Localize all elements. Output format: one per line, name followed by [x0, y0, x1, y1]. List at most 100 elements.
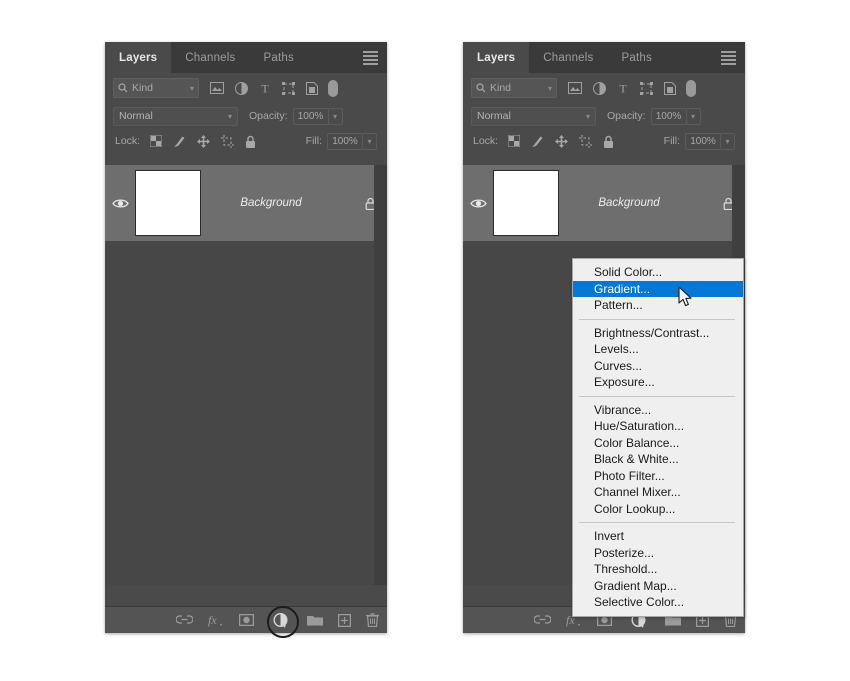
opacity-dropdown-arrow[interactable]: ▾ [686, 107, 701, 125]
shape-layer-filter-icon[interactable] [282, 81, 295, 95]
layer-name[interactable]: Background [189, 197, 353, 209]
tab-channels[interactable]: Channels [529, 42, 607, 73]
filter-enable-toggle[interactable] [328, 79, 338, 97]
pixel-layer-filter-icon[interactable] [210, 82, 224, 94]
menu-item[interactable]: Hue/Saturation... [573, 418, 743, 435]
tab-layers[interactable]: Layers [463, 42, 530, 73]
menu-item[interactable]: Photo Filter... [573, 468, 743, 485]
adjustment-layer-filter-icon[interactable] [593, 81, 606, 95]
lock-all-icon[interactable] [245, 135, 256, 148]
lock-row: Lock: Fill: 100% ▾ [463, 129, 745, 153]
layer-visibility-toggle[interactable] [105, 198, 135, 209]
panel-menu-button[interactable] [363, 42, 378, 73]
menu-item[interactable]: Curves... [573, 358, 743, 375]
filter-kind-label: Kind [132, 82, 154, 94]
menu-item[interactable]: Levels... [573, 341, 743, 358]
link-layers-icon[interactable] [534, 615, 551, 625]
filter-kind-select[interactable]: Kind ▾ [471, 78, 557, 98]
filter-kind-label: Kind [490, 82, 512, 94]
menu-item[interactable]: Black & White... [573, 451, 743, 468]
menu-item[interactable]: Channel Mixer... [573, 484, 743, 501]
menu-item[interactable]: Gradient Map... [573, 578, 743, 595]
layer-name[interactable]: Background [547, 197, 711, 209]
menu-separator [579, 318, 735, 320]
panel-menu-button[interactable] [721, 42, 736, 73]
fill-dropdown-arrow[interactable]: ▾ [721, 132, 735, 150]
menu-item[interactable]: Color Lookup... [573, 501, 743, 518]
fill-input[interactable]: 100% [327, 132, 363, 150]
tab-paths[interactable]: Paths [250, 42, 308, 73]
blend-mode-select[interactable]: Normal ▾ [113, 106, 238, 126]
fill-dropdown-arrow[interactable]: ▾ [363, 132, 377, 150]
smart-object-filter-icon[interactable] [306, 81, 318, 95]
menu-item[interactable]: Invert [573, 528, 743, 545]
opacity-input[interactable]: 100% [650, 107, 687, 125]
menu-item[interactable]: Exposure... [573, 374, 743, 391]
lock-row: Lock: Fill: 100% ▾ [105, 129, 387, 153]
menu-separator [579, 522, 735, 523]
adjustment-layer-filter-icon[interactable] [235, 81, 248, 95]
filter-enable-toggle[interactable] [686, 79, 696, 97]
opacity-label: Opacity: [249, 110, 288, 122]
fill-label: Fill: [305, 135, 322, 147]
panel-tabbar: Layers Channels Paths [463, 42, 745, 73]
lock-icons [150, 134, 256, 148]
opacity-input[interactable]: 100% [292, 107, 329, 125]
tab-layers[interactable]: Layers [105, 42, 172, 73]
layer-row-background[interactable]: Background [463, 165, 745, 241]
menu-item[interactable]: Gradient... [573, 280, 743, 297]
lock-transparent-pixels-icon[interactable] [508, 135, 521, 147]
layer-visibility-toggle[interactable] [463, 198, 493, 209]
link-layers-icon[interactable] [176, 615, 193, 625]
hamburger-icon [721, 50, 736, 65]
lock-all-icon[interactable] [603, 135, 614, 148]
layer-row-background[interactable]: Background [105, 165, 387, 241]
chevron-down-icon: ▾ [585, 111, 590, 121]
search-icon [476, 83, 486, 93]
lock-image-pixels-icon[interactable] [173, 135, 186, 148]
menu-item[interactable]: Threshold... [573, 561, 743, 578]
layer-mask-icon[interactable] [239, 614, 254, 626]
lock-position-icon[interactable] [555, 134, 569, 148]
layer-style-fx-icon[interactable]: fx [208, 613, 224, 627]
smart-object-filter-icon[interactable] [664, 81, 676, 95]
panel-tabbar: Layers Channels Paths [105, 42, 387, 73]
pixel-layer-filter-icon[interactable] [568, 82, 582, 94]
fill-input[interactable]: 100% [685, 132, 721, 150]
type-layer-filter-icon[interactable]: T [617, 82, 629, 94]
tab-paths[interactable]: Paths [608, 42, 666, 73]
menu-item[interactable]: Solid Color... [573, 264, 743, 281]
menu-item[interactable]: Posterize... [573, 545, 743, 562]
fill-group: Fill: 100% ▾ [664, 132, 735, 150]
tab-label: Paths [263, 51, 294, 64]
menu-item[interactable]: Brightness/Contrast... [573, 325, 743, 342]
new-group-icon[interactable] [307, 614, 323, 626]
layer-list-scrollbar[interactable] [374, 165, 387, 585]
highlight-ring [266, 606, 299, 638]
delete-layer-icon[interactable] [366, 613, 379, 627]
lock-artboard-icon[interactable] [579, 134, 593, 148]
filter-kind-select[interactable]: Kind ▾ [113, 78, 199, 98]
tab-channels[interactable]: Channels [171, 42, 249, 73]
menu-item[interactable]: Pattern... [573, 297, 743, 314]
eye-icon [111, 198, 129, 208]
lock-image-pixels-icon[interactable] [531, 135, 544, 148]
menu-item[interactable]: Color Balance... [573, 435, 743, 452]
new-fill-or-adjustment-layer-menu[interactable]: Solid Color... Gradient... Pattern... Brigh… [572, 258, 744, 617]
blend-mode-select[interactable]: Normal ▾ [471, 106, 596, 126]
menu-item[interactable]: Vibrance... [573, 402, 743, 419]
new-layer-icon[interactable] [338, 613, 351, 627]
opacity-dropdown-arrow[interactable]: ▾ [328, 107, 343, 125]
menu-item[interactable]: Selective Color... [573, 594, 743, 611]
lock-artboard-icon[interactable] [221, 134, 235, 148]
filter-type-icons: T [210, 81, 318, 95]
chevron-down-icon: ▾ [547, 83, 552, 93]
lock-transparent-pixels-icon[interactable] [150, 135, 163, 147]
lock-position-icon[interactable] [197, 134, 211, 148]
opacity-label: Opacity: [607, 110, 646, 122]
type-layer-filter-icon[interactable]: T [259, 82, 271, 94]
shape-layer-filter-icon[interactable] [640, 81, 653, 95]
menu-separator [579, 395, 735, 397]
layers-panel-left[interactable]: Layers Channels Paths Kind ▾ T Normal ▾ … [105, 42, 387, 638]
new-adjustment-layer-icon[interactable] [266, 606, 299, 638]
